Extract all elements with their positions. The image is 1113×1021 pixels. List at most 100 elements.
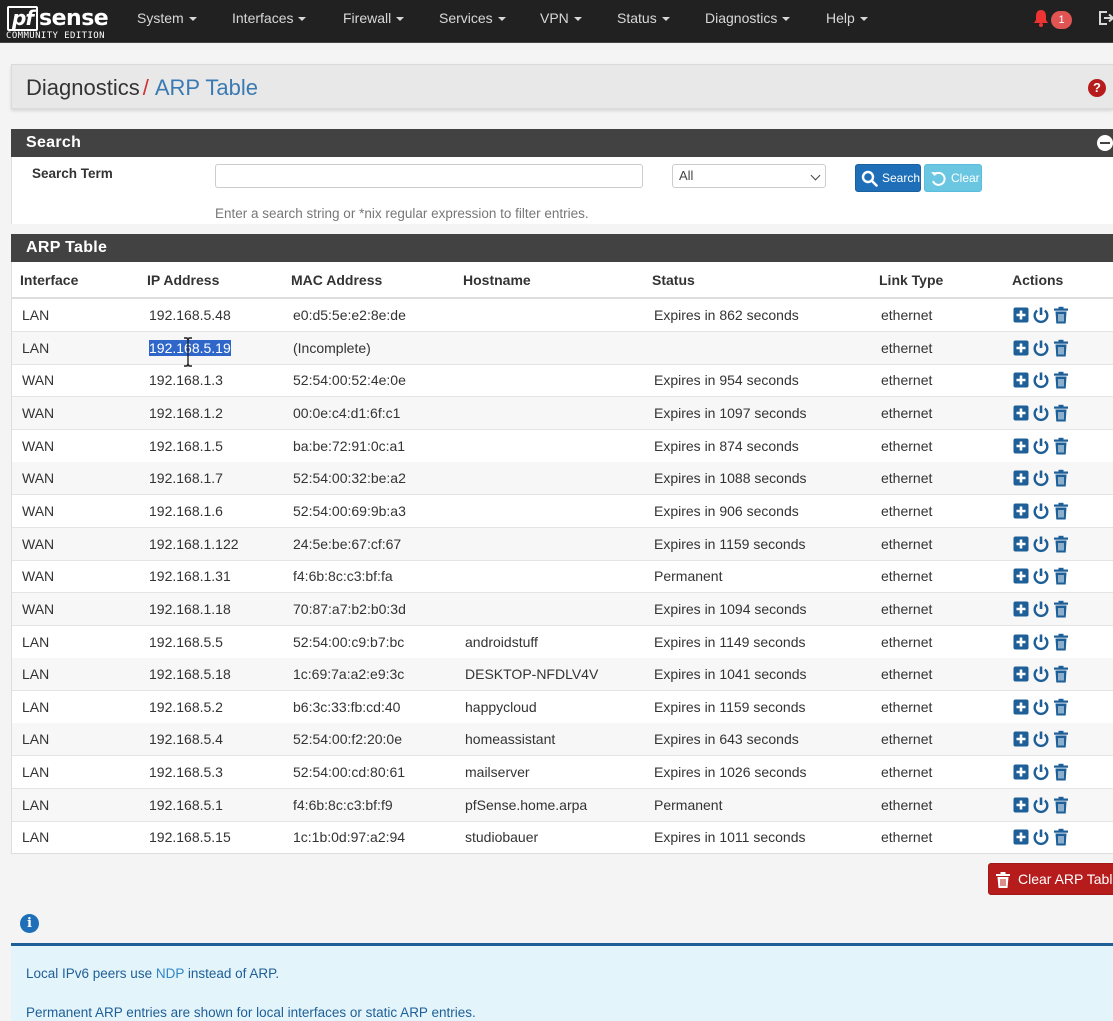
search-button[interactable]: Search [855, 164, 921, 192]
add-static-entry-icon[interactable] [1013, 469, 1029, 487]
cell-ip-address-text: 192.168.1.18 [149, 600, 231, 617]
wake-on-lan-icon[interactable] [1033, 665, 1049, 683]
delete-entry-icon[interactable] [1053, 730, 1069, 748]
cell-interface: LAN [22, 821, 49, 853]
add-static-entry-icon[interactable] [1013, 763, 1029, 781]
wake-on-lan-icon[interactable] [1033, 404, 1049, 422]
add-static-entry-icon[interactable] [1013, 404, 1029, 422]
search-filter-select[interactable]: All [672, 164, 826, 188]
column-header-interface[interactable]: Interface [20, 272, 78, 288]
cell-mac-address-text: 52:54:00:cd:80:61 [293, 764, 406, 781]
cell-link-type: ethernet [881, 658, 932, 690]
wake-on-lan-icon[interactable] [1033, 339, 1049, 357]
pfsense-logo[interactable]: pf sense COMMUNITY EDITION [6, 4, 112, 42]
cell-interface-text: LAN [22, 731, 50, 748]
table-row: WAN 192.168.1.7 52:54:00:32:be:a2 Expires i… [12, 462, 1113, 496]
wake-on-lan-icon[interactable] [1033, 763, 1049, 781]
nav-interfaces[interactable]: Interfaces [232, 0, 307, 36]
wake-on-lan-icon[interactable] [1033, 306, 1049, 324]
delete-entry-icon[interactable] [1053, 665, 1069, 683]
cell-ip-address-text: 192.168.1.5 [149, 437, 223, 454]
cell-status: Expires in 1094 seconds [654, 593, 807, 625]
add-static-entry-icon[interactable] [1013, 698, 1029, 716]
delete-entry-icon[interactable] [1053, 535, 1069, 553]
delete-entry-icon[interactable] [1053, 633, 1069, 651]
add-static-entry-icon[interactable] [1013, 567, 1029, 585]
search-input[interactable] [215, 164, 643, 188]
add-static-entry-icon[interactable] [1013, 339, 1029, 357]
delete-entry-icon[interactable] [1053, 437, 1069, 455]
wake-on-lan-icon[interactable] [1033, 567, 1049, 585]
cell-mac-address: 1c:1b:0d:97:a2:94 [293, 821, 405, 853]
add-static-entry-icon[interactable] [1013, 730, 1029, 748]
column-header-link-type[interactable]: Link Type [879, 272, 943, 288]
cell-ip-address: 192.168.5.3 [149, 756, 223, 788]
wake-on-lan-icon[interactable] [1033, 828, 1049, 846]
column-header-status[interactable]: Status [652, 272, 695, 288]
nav-status[interactable]: Status [617, 0, 670, 36]
bell-icon[interactable] [1032, 9, 1050, 27]
cell-ip-address-text: 192.168.5.18 [149, 666, 231, 683]
nav-firewall[interactable]: Firewall [343, 0, 405, 36]
wake-on-lan-icon[interactable] [1033, 633, 1049, 651]
breadcrumb-parent[interactable]: Diagnostics [26, 75, 140, 100]
wake-on-lan-icon[interactable] [1033, 698, 1049, 716]
add-static-entry-icon[interactable] [1013, 306, 1029, 324]
info-icon[interactable]: i [20, 914, 39, 933]
breadcrumb-current[interactable]: ARP Table [155, 75, 258, 100]
help-icon[interactable]: ? [1088, 79, 1106, 97]
nav-services[interactable]: Services [439, 0, 506, 36]
cell-interface-text: LAN [22, 829, 50, 846]
add-static-entry-icon[interactable] [1013, 600, 1029, 618]
clear-button[interactable]: Clear [924, 164, 982, 192]
nav-system[interactable]: System [137, 0, 197, 36]
delete-entry-icon[interactable] [1053, 698, 1069, 716]
wake-on-lan-icon[interactable] [1033, 502, 1049, 520]
add-static-entry-icon[interactable] [1013, 535, 1029, 553]
cell-hostname-text: androidstuff [465, 633, 538, 650]
add-static-entry-icon[interactable] [1013, 633, 1029, 651]
wake-on-lan-icon[interactable] [1033, 535, 1049, 553]
delete-entry-icon[interactable] [1053, 828, 1069, 846]
cell-ip-address: 192.168.1.2 [149, 397, 223, 429]
wake-on-lan-icon[interactable] [1033, 469, 1049, 487]
nav-help[interactable]: Help [826, 0, 868, 36]
delete-entry-icon[interactable] [1053, 339, 1069, 357]
column-header-hostname[interactable]: Hostname [463, 272, 531, 288]
notification-count-badge[interactable]: 1 [1051, 11, 1072, 29]
collapse-minus-icon[interactable] [1097, 135, 1113, 151]
add-static-entry-icon[interactable] [1013, 437, 1029, 455]
delete-entry-icon[interactable] [1053, 371, 1069, 389]
wake-on-lan-icon[interactable] [1033, 730, 1049, 748]
info-line-permanent: Permanent ARP entries are shown for loca… [26, 1005, 476, 1020]
cell-link-type: ethernet [881, 821, 932, 853]
wake-on-lan-icon[interactable] [1033, 600, 1049, 618]
wake-on-lan-icon[interactable] [1033, 796, 1049, 814]
ndp-link[interactable]: NDP [156, 966, 184, 981]
delete-entry-icon[interactable] [1053, 567, 1069, 585]
cell-mac-address-text: 52:54:00:69:9b:a3 [293, 502, 406, 519]
add-static-entry-icon[interactable] [1013, 371, 1029, 389]
nav-diagnostics[interactable]: Diagnostics [705, 0, 791, 36]
add-static-entry-icon[interactable] [1013, 502, 1029, 520]
column-header-mac-address[interactable]: MAC Address [291, 272, 382, 288]
add-static-entry-icon[interactable] [1013, 828, 1029, 846]
delete-entry-icon[interactable] [1053, 404, 1069, 422]
undo-icon [931, 171, 946, 186]
nav-vpn[interactable]: VPN [540, 0, 582, 36]
wake-on-lan-icon[interactable] [1033, 371, 1049, 389]
wake-on-lan-icon[interactable] [1033, 437, 1049, 455]
cell-mac-address-text: 1c:69:7a:a2:e9:3c [293, 666, 405, 683]
delete-entry-icon[interactable] [1053, 763, 1069, 781]
delete-entry-icon[interactable] [1053, 306, 1069, 324]
add-static-entry-icon[interactable] [1013, 796, 1029, 814]
column-header-ip-address[interactable]: IP Address [147, 272, 219, 288]
logout-icon[interactable] [1098, 10, 1113, 26]
cell-ip-address: 192.168.5.48 [149, 299, 231, 331]
clear-arp-table-button[interactable]: Clear ARP Table [988, 863, 1113, 895]
add-static-entry-icon[interactable] [1013, 665, 1029, 683]
delete-entry-icon[interactable] [1053, 502, 1069, 520]
delete-entry-icon[interactable] [1053, 796, 1069, 814]
delete-entry-icon[interactable] [1053, 469, 1069, 487]
delete-entry-icon[interactable] [1053, 600, 1069, 618]
